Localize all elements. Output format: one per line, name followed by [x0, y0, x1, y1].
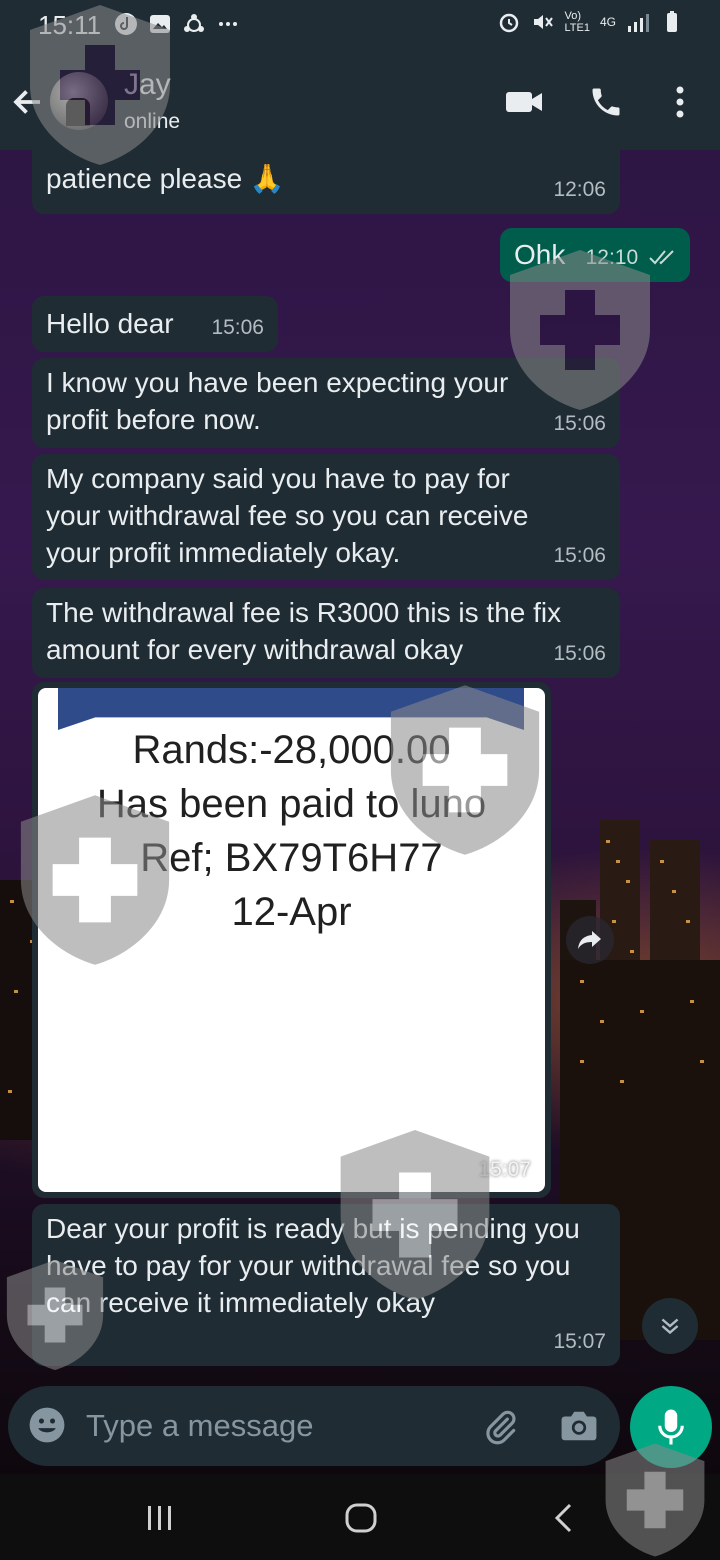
signal-icon: [628, 14, 649, 32]
image-text-recipient: Has been paid to luno: [96, 782, 487, 826]
scroll-to-bottom-button[interactable]: [642, 1298, 698, 1354]
message-time: 15:07: [553, 1330, 606, 1353]
forward-button[interactable]: [566, 916, 614, 964]
gallery-icon: [150, 15, 170, 33]
camera-icon[interactable]: [560, 1408, 598, 1444]
message-time: 15:06: [553, 544, 606, 567]
message-text: Hello dear: [46, 308, 174, 339]
home-icon[interactable]: [344, 1502, 378, 1534]
more-notifications-icon: [219, 22, 237, 26]
image-banner: [58, 688, 524, 730]
voice-message-button[interactable]: [630, 1386, 712, 1468]
message-incoming[interactable]: patience please 🙏 12:06: [32, 150, 620, 214]
payment-screenshot-image[interactable]: Rands:-28,000.00 Has been paid to luno R…: [38, 688, 545, 1192]
menu-button[interactable]: [658, 80, 702, 124]
image-text-date: 12-Apr: [231, 890, 352, 934]
tiktok-icon: [115, 13, 137, 35]
phone-icon: [592, 88, 620, 116]
message-input-bar[interactable]: Type a message: [8, 1386, 620, 1466]
microphone-icon: [658, 1409, 684, 1445]
message-text: Dear your profit is ready but is pending…: [46, 1213, 580, 1318]
message-incoming[interactable]: Dear your profit is ready but is pending…: [32, 1204, 620, 1366]
message-text: patience please 🙏: [46, 163, 285, 194]
system-navigation-bar: [0, 1474, 720, 1560]
emoji-icon[interactable]: [28, 1406, 66, 1444]
message-text: My company said you have to pay for your…: [46, 463, 529, 568]
back-arrow-icon[interactable]: [10, 84, 46, 120]
volte-label: Vo) LTE1: [564, 10, 590, 34]
message-incoming[interactable]: My company said you have to pay for your…: [32, 454, 620, 580]
video-camera-icon: [506, 92, 542, 112]
message-time: 12:06: [553, 178, 606, 201]
recent-apps-icon[interactable]: [144, 1504, 176, 1532]
message-text: The withdrawal fee is R3000 this is the …: [46, 597, 562, 665]
paperclip-icon[interactable]: [482, 1408, 520, 1446]
contact-name[interactable]: Jay: [124, 68, 171, 102]
status-time: 15:11: [38, 10, 102, 40]
message-meta: 12:10: [586, 239, 678, 276]
image-message[interactable]: Rands:-28,000.00 Has been paid to luno R…: [32, 682, 551, 1198]
video-call-button[interactable]: [502, 80, 546, 124]
forward-icon: [578, 931, 601, 949]
notification-icons: [114, 12, 240, 36]
double-check-icon: [649, 250, 674, 265]
message-incoming[interactable]: I know you have been expecting your prof…: [32, 358, 620, 448]
message-incoming[interactable]: Hello dear 15:06: [32, 296, 278, 352]
more-vertical-icon: [676, 86, 684, 118]
message-time: 15:07: [478, 1158, 531, 1181]
message-input-placeholder[interactable]: Type a message: [86, 1408, 313, 1444]
mute-icon: [533, 15, 553, 29]
double-chevron-down-icon: [661, 1318, 679, 1335]
image-text-reference: Ref; BX79T6H77: [140, 836, 443, 880]
message-text: Ohk: [514, 239, 566, 270]
message-time: 15:06: [211, 316, 264, 339]
message-time: 12:10: [585, 246, 639, 269]
message-incoming[interactable]: The withdrawal fee is R3000 this is the …: [32, 588, 620, 678]
network-type: 4G: [599, 15, 616, 29]
contact-status: online: [124, 110, 181, 133]
status-bar: 15:11 Vo) LTE1 4G: [0, 0, 720, 52]
image-text-amount: Rands:-28,000.00: [132, 728, 451, 772]
alarm-icon: [499, 13, 518, 33]
battery-icon: [667, 11, 677, 32]
system-icons: Vo) LTE1 4G: [497, 10, 685, 34]
contact-avatar[interactable]: [50, 72, 108, 130]
message-time: 15:06: [553, 412, 606, 435]
voice-call-button[interactable]: [584, 80, 628, 124]
message-time: 15:06: [553, 642, 606, 665]
chat-header: Jay online: [0, 52, 720, 150]
sync-icon: [184, 14, 204, 32]
message-text: I know you have been expecting your prof…: [46, 367, 509, 435]
message-outgoing[interactable]: Ohk 12:10: [500, 228, 690, 282]
back-nav-icon[interactable]: [550, 1502, 576, 1534]
